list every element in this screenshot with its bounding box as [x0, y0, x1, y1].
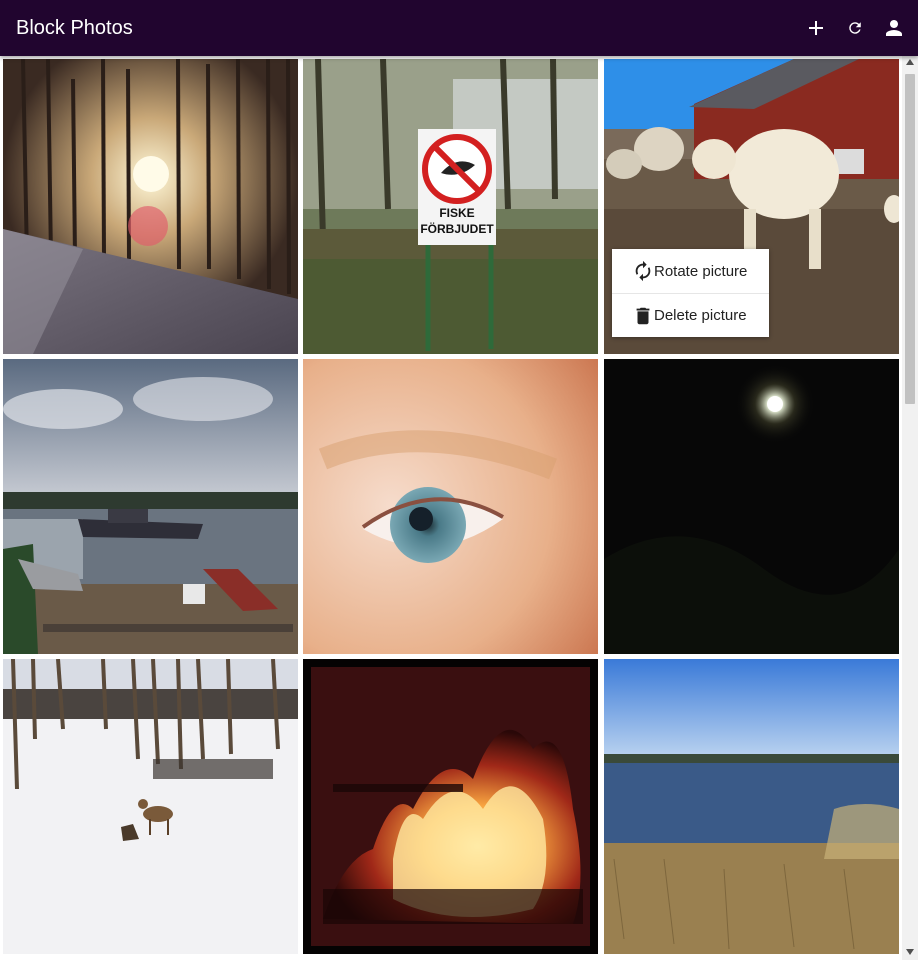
trash-icon: [632, 305, 654, 327]
account-button[interactable]: [882, 16, 906, 40]
scroll-up-arrow[interactable]: [902, 56, 918, 70]
refresh-button[interactable]: [843, 16, 867, 40]
scroll-thumb[interactable]: [905, 74, 915, 404]
scrollbar[interactable]: [902, 56, 918, 960]
add-button[interactable]: [804, 16, 828, 40]
photo-tile[interactable]: [3, 359, 298, 654]
delete-picture-menu-item[interactable]: Delete picture: [612, 293, 769, 337]
no-fishing-sign-photo: FISKE FÖRBJUDET: [303, 59, 598, 354]
photo-tile[interactable]: [604, 359, 899, 654]
photo-grid: FISKE FÖRBJUDET: [0, 56, 902, 960]
lake-shore-photo: [604, 659, 899, 954]
photo-tile[interactable]: FISKE FÖRBJUDET: [303, 59, 598, 354]
person-icon: [886, 20, 902, 36]
refresh-icon: [849, 22, 861, 34]
harbor-ship-photo: [3, 359, 298, 654]
rotate-picture-menu-item[interactable]: Rotate picture: [612, 249, 769, 293]
deer-snow-photo: [3, 659, 298, 954]
delete-picture-label: Delete picture: [654, 307, 747, 324]
photo-tile[interactable]: [303, 659, 598, 954]
rotate-picture-label: Rotate picture: [654, 262, 748, 280]
app-bar: Block Photos: [0, 0, 918, 56]
eye-closeup-photo: [303, 359, 598, 654]
photo-tile[interactable]: [604, 659, 899, 954]
photo-tile[interactable]: [3, 59, 298, 354]
sign-text-line1: FISKE: [439, 206, 474, 220]
app-title: Block Photos: [16, 17, 133, 39]
photo-context-menu: Rotate picture Delete picture: [612, 249, 769, 337]
sign-text-line2: FÖRBJUDET: [420, 221, 494, 236]
plus-icon: [809, 21, 823, 35]
photo-tile[interactable]: [303, 359, 598, 654]
fireplace-flames-photo: [303, 659, 598, 954]
photo-tile[interactable]: [3, 659, 298, 954]
moon-night-photo: [604, 359, 899, 654]
rotate-icon: [632, 260, 654, 282]
scroll-down-arrow[interactable]: [902, 946, 918, 960]
forest-road-photo: [3, 59, 298, 354]
